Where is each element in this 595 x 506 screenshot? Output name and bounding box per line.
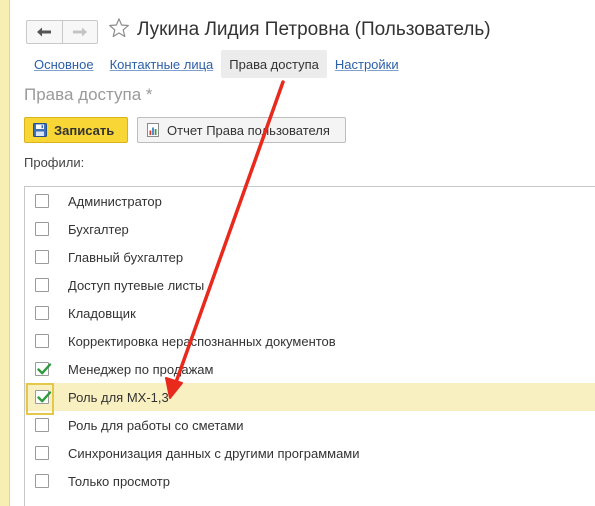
floppy-disk-icon (33, 123, 47, 137)
save-button[interactable]: Записать (24, 117, 128, 143)
tab-access-rights-label: Права доступа (229, 56, 319, 72)
profile-checkbox[interactable] (35, 334, 49, 348)
tab-contacts-label: Контактные лица (109, 56, 214, 72)
tab-main[interactable]: Основное (26, 50, 102, 78)
profile-checkbox[interactable] (35, 362, 52, 376)
tab-access-rights[interactable]: Права доступа (221, 50, 327, 78)
profile-label: Роль для МХ-1,3 (68, 390, 169, 405)
tab-contacts[interactable]: Контактные лица (102, 50, 222, 78)
profiles-list: Администратор Бухгалтер Главный бухгалтер Д… (24, 186, 595, 506)
arrow-right-icon (72, 27, 87, 37)
profile-label: Кладовщик (68, 306, 136, 321)
profile-row[interactable]: Роль для МХ-1,3 (25, 383, 595, 415)
profile-checkbox[interactable] (35, 306, 49, 320)
profile-label: Роль для работы со сметами (68, 418, 244, 433)
profile-row[interactable]: Главный бухгалтер (25, 243, 595, 271)
tab-main-label: Основное (34, 56, 94, 72)
profile-row[interactable]: Только просмотр (25, 467, 595, 495)
profile-row[interactable]: Роль для работы со сметами (25, 411, 595, 439)
profile-checkbox[interactable] (35, 418, 49, 432)
profile-row[interactable]: Синхронизация данных с другими программа… (25, 439, 595, 467)
arrow-left-icon (37, 27, 52, 37)
forward-button[interactable] (61, 21, 98, 43)
profile-label: Корректировка нераспознанных документов (68, 334, 336, 349)
star-icon[interactable] (108, 17, 130, 39)
profile-label: Главный бухгалтер (68, 250, 184, 265)
report-icon (147, 123, 159, 137)
profile-label: Администратор (68, 194, 162, 209)
profile-label: Бухгалтер (68, 222, 129, 237)
profile-checkbox[interactable] (35, 474, 49, 488)
profile-label: Доступ путевые листы (68, 278, 205, 293)
navigation-buttons (26, 20, 98, 44)
tab-bar: Основное Контактные лица Права доступа Н… (26, 50, 407, 78)
profile-checkbox[interactable] (35, 390, 52, 404)
profile-checkbox[interactable] (35, 194, 49, 208)
window-title: Лукина Лидия Петровна (Пользователь) (137, 19, 491, 40)
profile-row[interactable]: Корректировка нераспознанных документов (25, 327, 595, 355)
checkmark-icon (37, 363, 52, 375)
left-panel-strip (0, 0, 10, 506)
profile-row[interactable]: Кладовщик (25, 299, 595, 327)
profile-checkbox[interactable] (35, 250, 49, 264)
tab-settings[interactable]: Настройки (327, 50, 407, 78)
tab-settings-label: Настройки (334, 56, 399, 72)
profile-checkbox[interactable] (35, 222, 49, 236)
profile-row[interactable]: Доступ путевые листы (25, 271, 595, 299)
profiles-label: Профили: (24, 155, 85, 170)
profile-checkbox[interactable] (35, 446, 49, 460)
profile-label: Синхронизация данных с другими программа… (68, 446, 360, 461)
profile-checkbox[interactable] (35, 278, 49, 292)
report-button[interactable]: Отчет Права пользователя (137, 117, 346, 143)
section-title: Права доступа * (24, 85, 153, 104)
save-button-label: Записать (54, 122, 115, 138)
report-button-label: Отчет Права пользователя (167, 122, 330, 138)
profile-label: Только просмотр (68, 474, 170, 489)
profile-row[interactable]: Бухгалтер (25, 215, 595, 243)
profile-row[interactable]: Менеджер по продажам (25, 355, 595, 383)
profile-row[interactable]: Администратор (25, 187, 595, 215)
checkmark-icon (37, 391, 52, 403)
back-button[interactable] (27, 21, 62, 43)
profile-label: Менеджер по продажам (68, 362, 214, 377)
